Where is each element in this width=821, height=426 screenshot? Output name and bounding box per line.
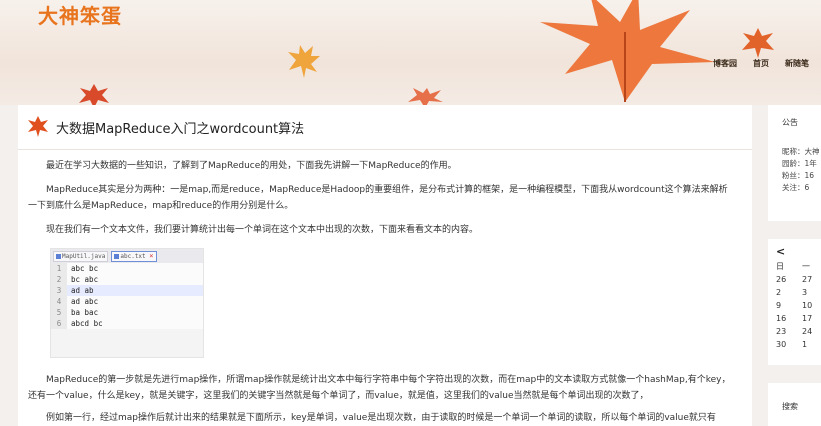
post-title[interactable]: 大数据MapReduce入门之wordcount算法 xyxy=(56,118,304,137)
editor-tab-bar: MapUtil.java abc.txt × xyxy=(51,249,203,263)
calendar-day[interactable]: 2 xyxy=(776,286,802,299)
post-paragraph: 现在我们有一个文本文件，我们要计算统计出每一个单词在这个文本中出现的次数，下面来… xyxy=(46,225,479,235)
maple-leaf-icon xyxy=(28,116,48,137)
line-number: 3 xyxy=(56,286,62,295)
calendar-grid: 日一 26 27 23 9 10 16 17 23 24 30 1 xyxy=(768,260,821,351)
code-line: abcd bc xyxy=(71,319,103,328)
search-panel: 搜索 xyxy=(768,383,821,426)
calendar-prev-button[interactable]: < xyxy=(768,239,821,258)
search-heading: 搜索 xyxy=(782,402,798,411)
calendar-day[interactable]: 1 xyxy=(802,338,821,351)
code-line: ba bac xyxy=(71,308,99,317)
calendar-day[interactable]: 9 xyxy=(776,299,802,312)
nav-link-new-post[interactable]: 新随笔 xyxy=(785,58,809,69)
header-banner: 大神笨蛋 博客园 首页 新随笔 xyxy=(0,0,821,105)
maple-leaf-decoration xyxy=(79,84,109,105)
calendar-day[interactable]: 3 xyxy=(802,286,821,299)
sidebar: 公告 昵称：大神 园龄：1年 粉丝：16 关注：6 < 日 一 26 27 23 9… xyxy=(768,105,821,426)
calendar-day[interactable]: 30 xyxy=(776,338,802,351)
maple-leaf-decoration xyxy=(540,0,715,102)
post-paragraph: MapReduce其实是分为两种：一是map,而是reduce，MapReduc… xyxy=(28,185,728,211)
code-screenshot: MapUtil.java abc.txt × 1 2 3 4 5 6 abc b… xyxy=(50,248,204,358)
post-body: 最近在学习大数据的一些知识，了解到了MapReduce的用处，下面我先讲解一下M… xyxy=(18,158,752,426)
site-title[interactable]: 大神笨蛋 xyxy=(38,0,122,29)
editor-tab-maputil: MapUtil.java xyxy=(53,250,109,262)
calendar-day[interactable]: 10 xyxy=(802,299,821,312)
editor-tab-abc: abc.txt × xyxy=(111,250,157,262)
nav-link-home[interactable]: 首页 xyxy=(753,58,769,69)
notice-heading: 公告 xyxy=(782,118,798,127)
calendar-day[interactable]: 17 xyxy=(802,312,821,325)
profile-age: 园龄：1年 xyxy=(782,159,817,168)
text-file-icon xyxy=(114,253,120,259)
line-number: 1 xyxy=(56,264,62,273)
notice-panel: 公告 昵称：大神 园龄：1年 粉丝：16 关注：6 xyxy=(768,105,821,221)
calendar-panel: < 日一 26 27 23 9 10 16 17 23 24 30 1 xyxy=(768,239,821,365)
code-line: abc bc xyxy=(71,264,99,273)
profile-followers[interactable]: 粉丝：16 xyxy=(768,170,821,182)
post-paragraph: 最近在学习大数据的一些知识，了解到了MapReduce的用处，下面我先讲解一下M… xyxy=(46,161,457,171)
maple-leaf-decoration xyxy=(288,45,320,78)
code-text: abc bc bc abc ad ab ad abc ba bac abcd b… xyxy=(67,263,203,329)
editor-content: 1 2 3 4 5 6 abc bc bc abc ad ab ad abc b… xyxy=(51,263,203,329)
maple-leaf-decoration xyxy=(408,88,443,105)
post-paragraph-cut: 例如第一行，经过map操作后就计出来的结果就是下面所示，key是单词，value… xyxy=(46,413,716,423)
post-container: 大数据MapReduce入门之wordcount算法 最近在学习大数据的一些知识… xyxy=(18,105,752,426)
top-nav: 博客园 首页 新随笔 xyxy=(713,58,809,69)
line-number-gutter: 1 2 3 4 5 6 xyxy=(51,263,67,329)
calendar-day[interactable]: 24 xyxy=(802,325,821,338)
profile-following[interactable]: 关注：6 xyxy=(768,182,821,194)
code-line: ad abc xyxy=(71,297,99,306)
weekday-header: 日 xyxy=(776,262,784,271)
close-icon: × xyxy=(149,251,154,260)
line-number: 2 xyxy=(56,275,62,284)
code-line: bc abc xyxy=(71,275,99,284)
calendar-day[interactable]: 27 xyxy=(802,273,821,286)
post-header: 大数据MapReduce入门之wordcount算法 xyxy=(18,105,752,150)
calendar-day[interactable]: 26 xyxy=(776,273,802,286)
profile-nickname[interactable]: 昵称：大神 xyxy=(768,146,821,158)
java-file-icon xyxy=(56,253,61,259)
calendar-day[interactable]: 16 xyxy=(776,312,802,325)
weekday-header: 一 xyxy=(802,262,810,271)
editor-tab-label: abc.txt xyxy=(120,252,146,260)
line-number: 6 xyxy=(56,319,62,328)
calendar-day[interactable]: 23 xyxy=(776,325,802,338)
line-number: 5 xyxy=(56,308,62,317)
code-line-highlighted: ad ab xyxy=(67,285,203,296)
editor-tab-label: MapUtil.java xyxy=(62,252,106,260)
line-number: 4 xyxy=(56,297,62,306)
nav-link-cnblogs[interactable]: 博客园 xyxy=(713,58,737,69)
post-paragraph: MapReduce的第一步就是先进行map操作，所谓map操作就是统计出文本中每… xyxy=(28,375,731,401)
maple-leaf-decoration xyxy=(742,28,774,58)
